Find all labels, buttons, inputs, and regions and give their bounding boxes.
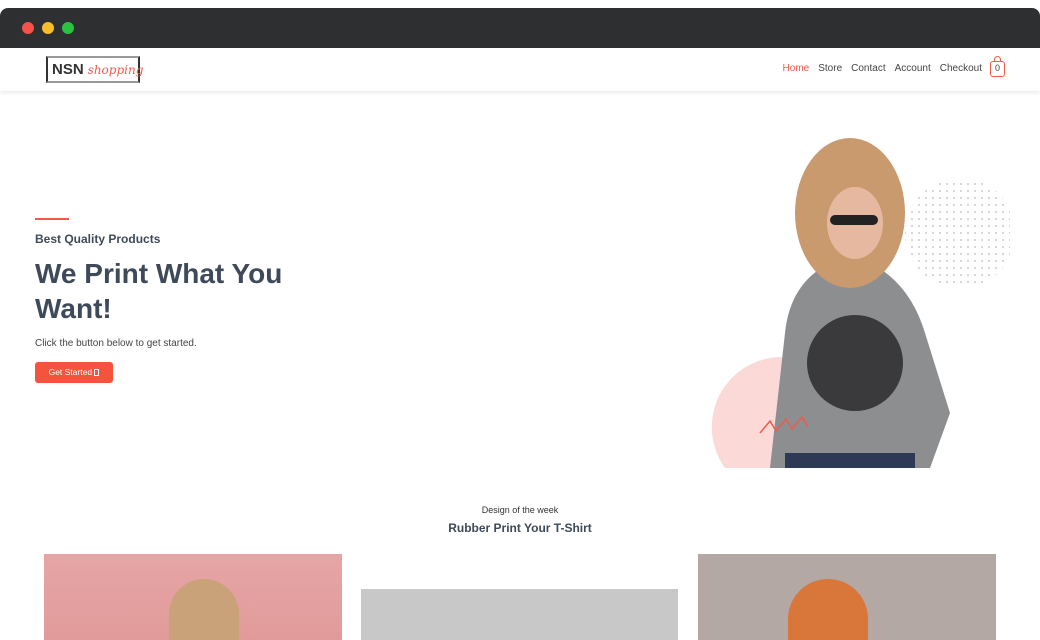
get-started-button[interactable]: Get Started (35, 362, 113, 383)
model-hair (169, 579, 239, 640)
cart-count: 0 (994, 63, 1000, 73)
nav-home[interactable]: Home (783, 63, 810, 74)
logo-primary: NSN (52, 61, 84, 78)
hero-subtitle: Click the button below to get started. (35, 338, 197, 349)
hero-title: We Print What You Want! (35, 258, 283, 324)
navbar: NSN shopping Home Store Contact Account … (0, 48, 1040, 91)
accent-line (35, 218, 69, 220)
section-title: Rubber Print Your T-Shirt (448, 521, 592, 535)
page: NSN shopping Home Store Contact Account … (0, 48, 1040, 640)
model-hair (788, 579, 868, 640)
product-image-3[interactable] (698, 554, 996, 640)
browser-titlebar (0, 8, 1040, 48)
nav-checkout[interactable]: Checkout (940, 63, 982, 74)
get-started-label: Get Started (48, 367, 93, 377)
minimize-window-button[interactable] (42, 22, 54, 34)
maximize-window-button[interactable] (62, 22, 74, 34)
product-image-1[interactable] (44, 554, 342, 640)
nav-contact[interactable]: Contact (851, 63, 885, 74)
hero-kicker: Best Quality Products (35, 232, 161, 246)
nav-account[interactable]: Account (895, 63, 931, 74)
missing-glyph-icon (94, 369, 100, 376)
section-eyebrow: Design of the week (481, 505, 559, 515)
cart-bag-icon[interactable]: 0 (990, 56, 1005, 77)
product-image-2[interactable] (361, 589, 678, 640)
close-window-button[interactable] (22, 22, 34, 34)
hero-image (711, 138, 1010, 468)
logo-secondary: shopping (87, 62, 144, 77)
logo[interactable]: NSN shopping (46, 56, 143, 83)
nav-menu: Home Store Contact Account Checkout (783, 63, 982, 74)
nav-store[interactable]: Store (818, 63, 842, 74)
